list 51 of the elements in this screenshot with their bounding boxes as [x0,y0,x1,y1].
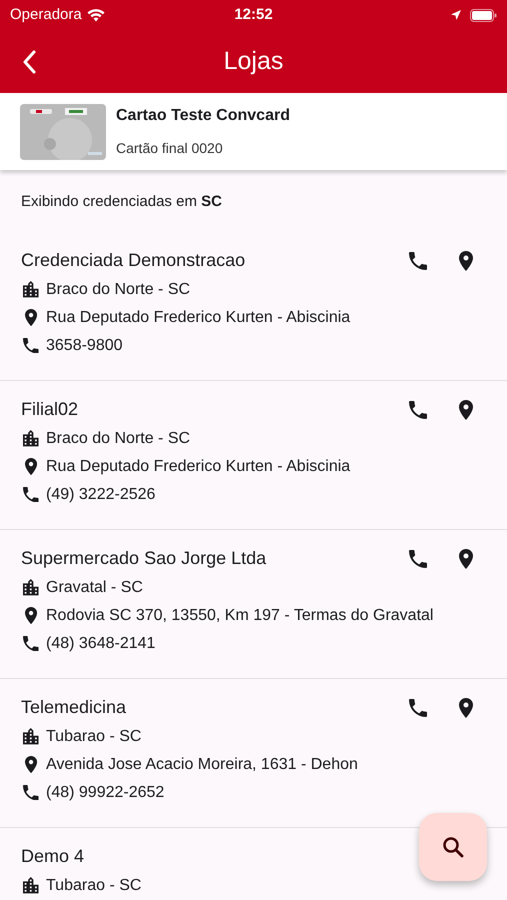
store-name: Telemedicina [21,696,126,719]
map-pin-icon [459,400,473,420]
carrier-name: Operadora [10,4,82,25]
clock-time: 12:52 [234,4,273,25]
store-phone: 3658-9800 [46,336,123,356]
buildings-icon [23,728,39,745]
card-subtitle: Cartão final 0020 [116,139,224,158]
store-phone: (48) 3648-2141 [46,634,156,654]
buildings-icon [23,877,39,894]
store-name: Credenciada Demonstracao [21,249,246,272]
search-icon [442,836,464,858]
buildings-icon [23,579,39,596]
store-city: Braco do Norte - SC [46,280,190,300]
store-city: Gravatal - SC [46,578,143,598]
map-pin-icon [459,548,473,568]
store-phone: (48) 99922-2652 [46,782,164,802]
map-pin-icon [459,698,473,718]
map-pin-icon [24,756,38,774]
phone-icon [23,486,39,502]
wifi-icon [86,8,105,22]
phone-icon [409,252,427,270]
back-chevron-icon [22,50,36,74]
store-address: Rua Deputado Frederico Kurten - Abiscinia [46,308,350,328]
store-address: Rua Deputado Frederico Kurten - Abiscinia [46,456,350,476]
filter-text: Exibindo credenciadas em SC [20,192,223,212]
map-pin-icon [24,606,38,624]
search-button[interactable] [419,813,487,881]
store-city: Tubarao - SC [46,726,142,746]
store-phone: (49) 3222-2526 [46,484,156,504]
store-city: Tubarao - SC [46,876,142,896]
location-arrow-icon [450,9,462,21]
store-name: Supermercado Sao Jorge Ltda [21,547,266,570]
map-pin-icon [459,250,473,270]
store-address: Rodovia SC 370, 13550, Km 197 - Termas do Gravatal [46,606,434,626]
phone-icon [409,400,427,418]
store-name: Demo 4 [21,845,84,868]
card-name: Cartao Teste Convcard [116,106,290,126]
buildings-icon [23,281,39,298]
page-title: Lojas [224,46,284,77]
store-name: Filial02 [21,398,78,421]
battery-icon [470,8,497,22]
phone-icon [23,338,39,354]
phone-icon [23,784,39,800]
store-city: Braco do Norte - SC [46,428,190,448]
phone-icon [409,698,427,716]
store-address: Avenida Jose Acacio Moreira, 1631 - Dehon [46,754,358,774]
map-pin-icon [24,308,38,326]
buildings-icon [23,430,39,447]
phone-icon [409,550,427,568]
map-pin-icon [24,458,38,476]
phone-icon [23,636,39,652]
